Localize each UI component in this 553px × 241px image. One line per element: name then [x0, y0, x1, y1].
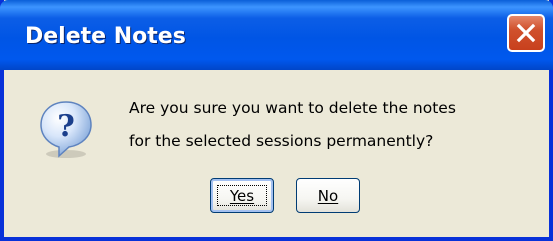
message-line-2: for the selected sessions permanently?	[129, 132, 434, 150]
question-icon: ?	[39, 100, 93, 162]
dialog-title: Delete Notes	[25, 24, 186, 49]
yes-button[interactable]: Yes	[210, 178, 274, 213]
dialog-message: Are you sure you want to delete the note…	[129, 92, 549, 158]
no-button[interactable]: No	[296, 178, 360, 213]
delete-notes-dialog: Delete Notes ? Are you sure you want to …	[0, 0, 553, 241]
message-line-1: Are you sure you want to delete the note…	[129, 99, 456, 117]
title-bar[interactable]: Delete Notes	[0, 0, 553, 70]
close-button[interactable]	[507, 14, 545, 52]
close-icon	[516, 23, 536, 43]
focus-rectangle	[217, 185, 267, 206]
svg-text:?: ?	[57, 109, 75, 144]
no-button-label: No	[317, 186, 339, 205]
